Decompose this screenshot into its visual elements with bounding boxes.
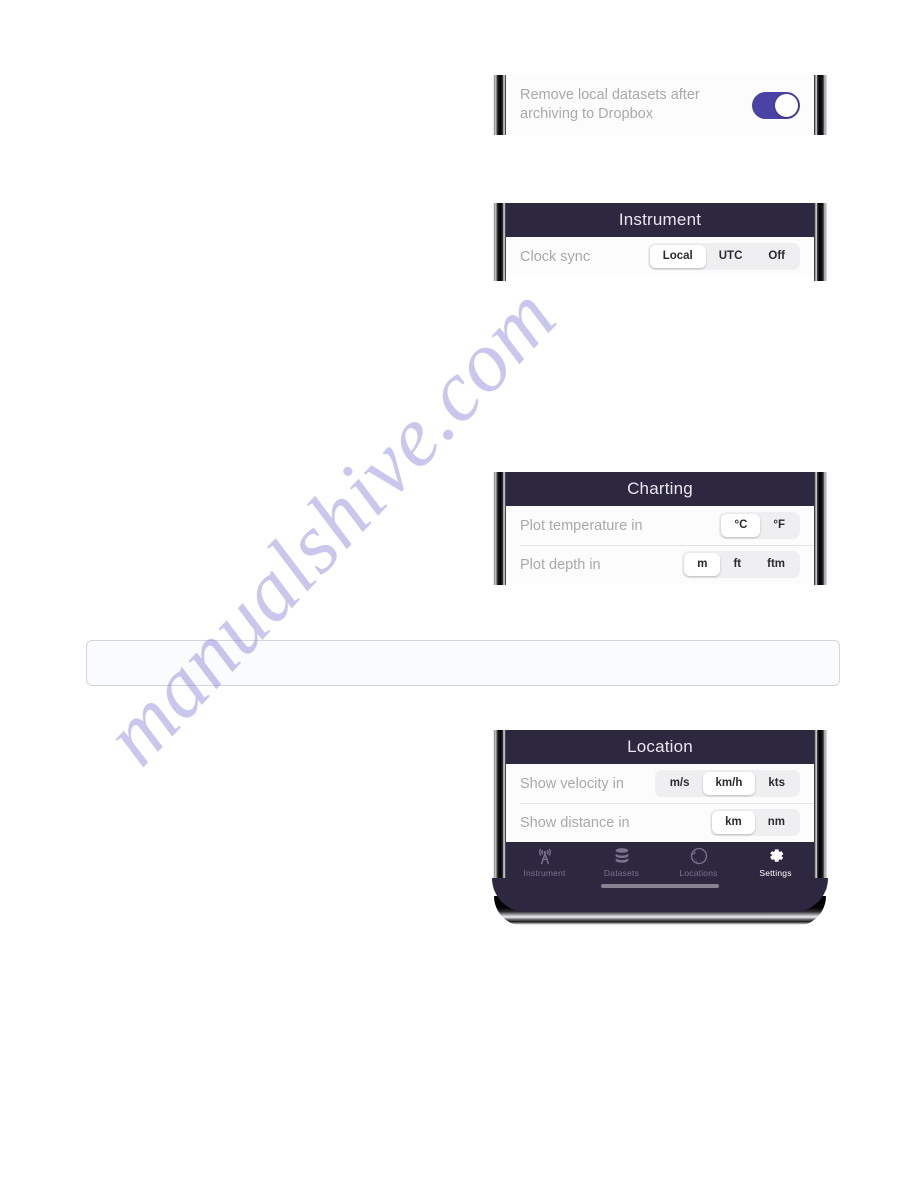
tab-label: Datasets: [603, 868, 640, 878]
section-header-charting: Charting: [506, 472, 814, 506]
row-label: Show velocity in: [520, 775, 624, 792]
tab-locations[interactable]: Locations: [660, 845, 737, 878]
segment-option-km[interactable]: km: [712, 811, 755, 834]
tab-instrument[interactable]: Instrument: [506, 845, 583, 878]
globe-icon: [660, 845, 737, 867]
segment-option-fahrenheit[interactable]: °F: [760, 514, 798, 537]
plot-temperature-segmented-control[interactable]: °C °F: [719, 512, 800, 539]
phone-frame-left-edge: [492, 75, 506, 135]
row-label: Show distance in: [520, 814, 630, 831]
phone-screen-instrument: Instrument Clock sync Local UTC Off: [506, 203, 814, 281]
phone-screen-location: Location Show velocity in m/s km/h kts S…: [506, 730, 814, 890]
setting-row-plot-temperature[interactable]: Plot temperature in °C °F: [506, 506, 814, 545]
phone-frame-left-edge: [492, 203, 506, 281]
tab-label: Settings: [759, 868, 792, 878]
tab-datasets[interactable]: Datasets: [583, 845, 660, 878]
show-velocity-segmented-control[interactable]: m/s km/h kts: [654, 770, 800, 797]
database-stack-icon: [583, 845, 660, 867]
setting-row-remove-local-datasets[interactable]: Remove local datasets after archiving to…: [506, 75, 814, 135]
phone-frame-right-edge: [814, 472, 828, 585]
setting-row-show-distance[interactable]: Show distance in km nm: [506, 803, 814, 842]
segment-option-local[interactable]: Local: [649, 245, 706, 268]
setting-row-clock-sync[interactable]: Clock sync Local UTC Off: [506, 237, 814, 276]
home-indicator[interactable]: [601, 884, 719, 888]
gear-icon: [737, 845, 814, 867]
phone-screenshot-charting: Charting Plot temperature in °C °F Plot …: [492, 472, 828, 585]
clock-sync-segmented-control[interactable]: Local UTC Off: [647, 243, 800, 270]
phone-frame-right-edge: [814, 203, 828, 281]
setting-row-show-velocity[interactable]: Show velocity in m/s km/h kts: [506, 764, 814, 803]
broadcast-tower-icon: [506, 845, 583, 867]
watermark: manualshive.com: [0, 0, 918, 1188]
segment-option-kts[interactable]: kts: [755, 772, 798, 795]
section-header-instrument: Instrument: [506, 203, 814, 237]
segment-option-celsius[interactable]: °C: [721, 514, 761, 537]
segment-option-fathoms[interactable]: ftm: [754, 553, 798, 576]
segment-option-utc[interactable]: UTC: [706, 245, 756, 268]
segment-option-kmh[interactable]: km/h: [702, 772, 756, 795]
phone-screen-charting: Charting Plot temperature in °C °F Plot …: [506, 472, 814, 585]
tab-label: Locations: [679, 868, 718, 878]
setting-row-plot-depth[interactable]: Plot depth in m ft ftm: [506, 545, 814, 584]
row-label: Remove local datasets after archiving to…: [520, 87, 700, 122]
plot-depth-segmented-control[interactable]: m ft ftm: [682, 551, 800, 578]
segment-option-off[interactable]: Off: [755, 245, 798, 268]
remove-local-datasets-toggle[interactable]: [752, 91, 800, 119]
phone-screenshot-instrument: Instrument Clock sync Local UTC Off: [492, 203, 828, 281]
empty-callout-box: [86, 640, 840, 686]
section-header-location: Location: [506, 730, 814, 764]
phone-frame-left-edge: [492, 472, 506, 585]
phone-screenshot-dropbox: Remove local datasets after archiving to…: [492, 75, 828, 135]
phone-frame-right-edge: [814, 730, 828, 890]
phone-screenshot-location: Location Show velocity in m/s km/h kts S…: [492, 730, 828, 930]
tab-label: Instrument: [523, 868, 566, 878]
phone-frame-left-edge: [492, 730, 506, 890]
tab-settings[interactable]: Settings: [737, 845, 814, 878]
row-label: Plot depth in: [520, 556, 601, 573]
segment-option-mps[interactable]: m/s: [657, 772, 703, 795]
row-label: Plot temperature in: [520, 517, 643, 534]
phone-bottom-bezel: [492, 878, 828, 912]
phone-frame-right-edge: [814, 75, 828, 135]
segment-option-feet[interactable]: ft: [720, 553, 754, 576]
segment-option-meters[interactable]: m: [684, 553, 721, 576]
toggle-knob: [775, 93, 798, 117]
phone-screen-dropbox: Remove local datasets after archiving to…: [506, 75, 814, 135]
row-label: Clock sync: [520, 248, 591, 265]
segment-option-nm[interactable]: nm: [755, 811, 798, 834]
phone-bottom-shell: [492, 878, 828, 930]
show-distance-segmented-control[interactable]: km nm: [710, 809, 800, 836]
